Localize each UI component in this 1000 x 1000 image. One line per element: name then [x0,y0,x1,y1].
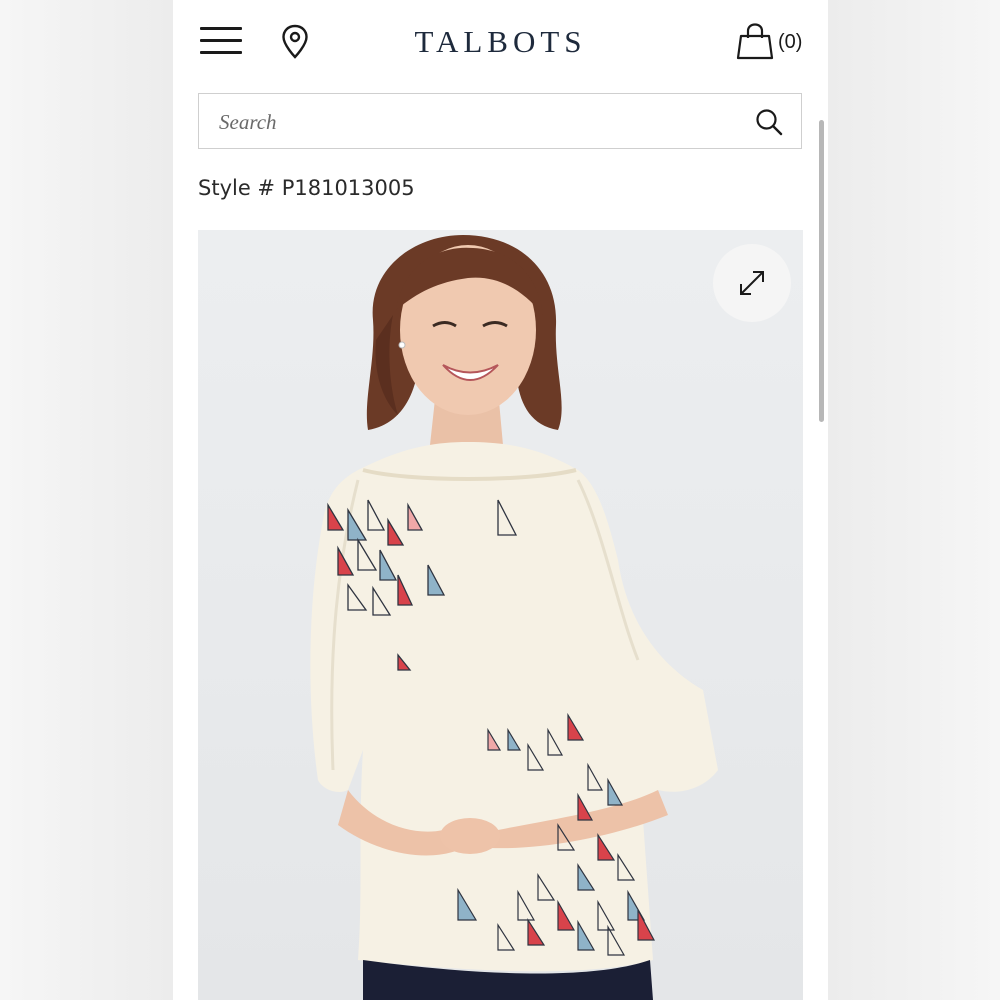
page-scrollbar[interactable] [819,120,824,422]
shopping-bag-button[interactable]: (0) [736,22,806,62]
product-image[interactable] [198,230,803,1000]
site-header: TALBOTS (0) [173,0,828,85]
expand-image-button[interactable] [713,244,791,322]
background-right [828,0,1000,1000]
style-number: Style # P181013005 [198,176,415,200]
magnifier-icon[interactable] [755,108,783,136]
background-left [0,0,173,1000]
model-photo [310,235,718,1000]
shopping-bag-icon [736,23,774,60]
search-input[interactable] [217,104,741,140]
site-logo[interactable]: TALBOTS [173,24,828,60]
mobile-page: TALBOTS (0) Style # P181013005 [173,0,828,1000]
search-bar [198,93,802,149]
cart-count: (0) [778,31,803,53]
expand-arrows-icon [740,271,764,295]
